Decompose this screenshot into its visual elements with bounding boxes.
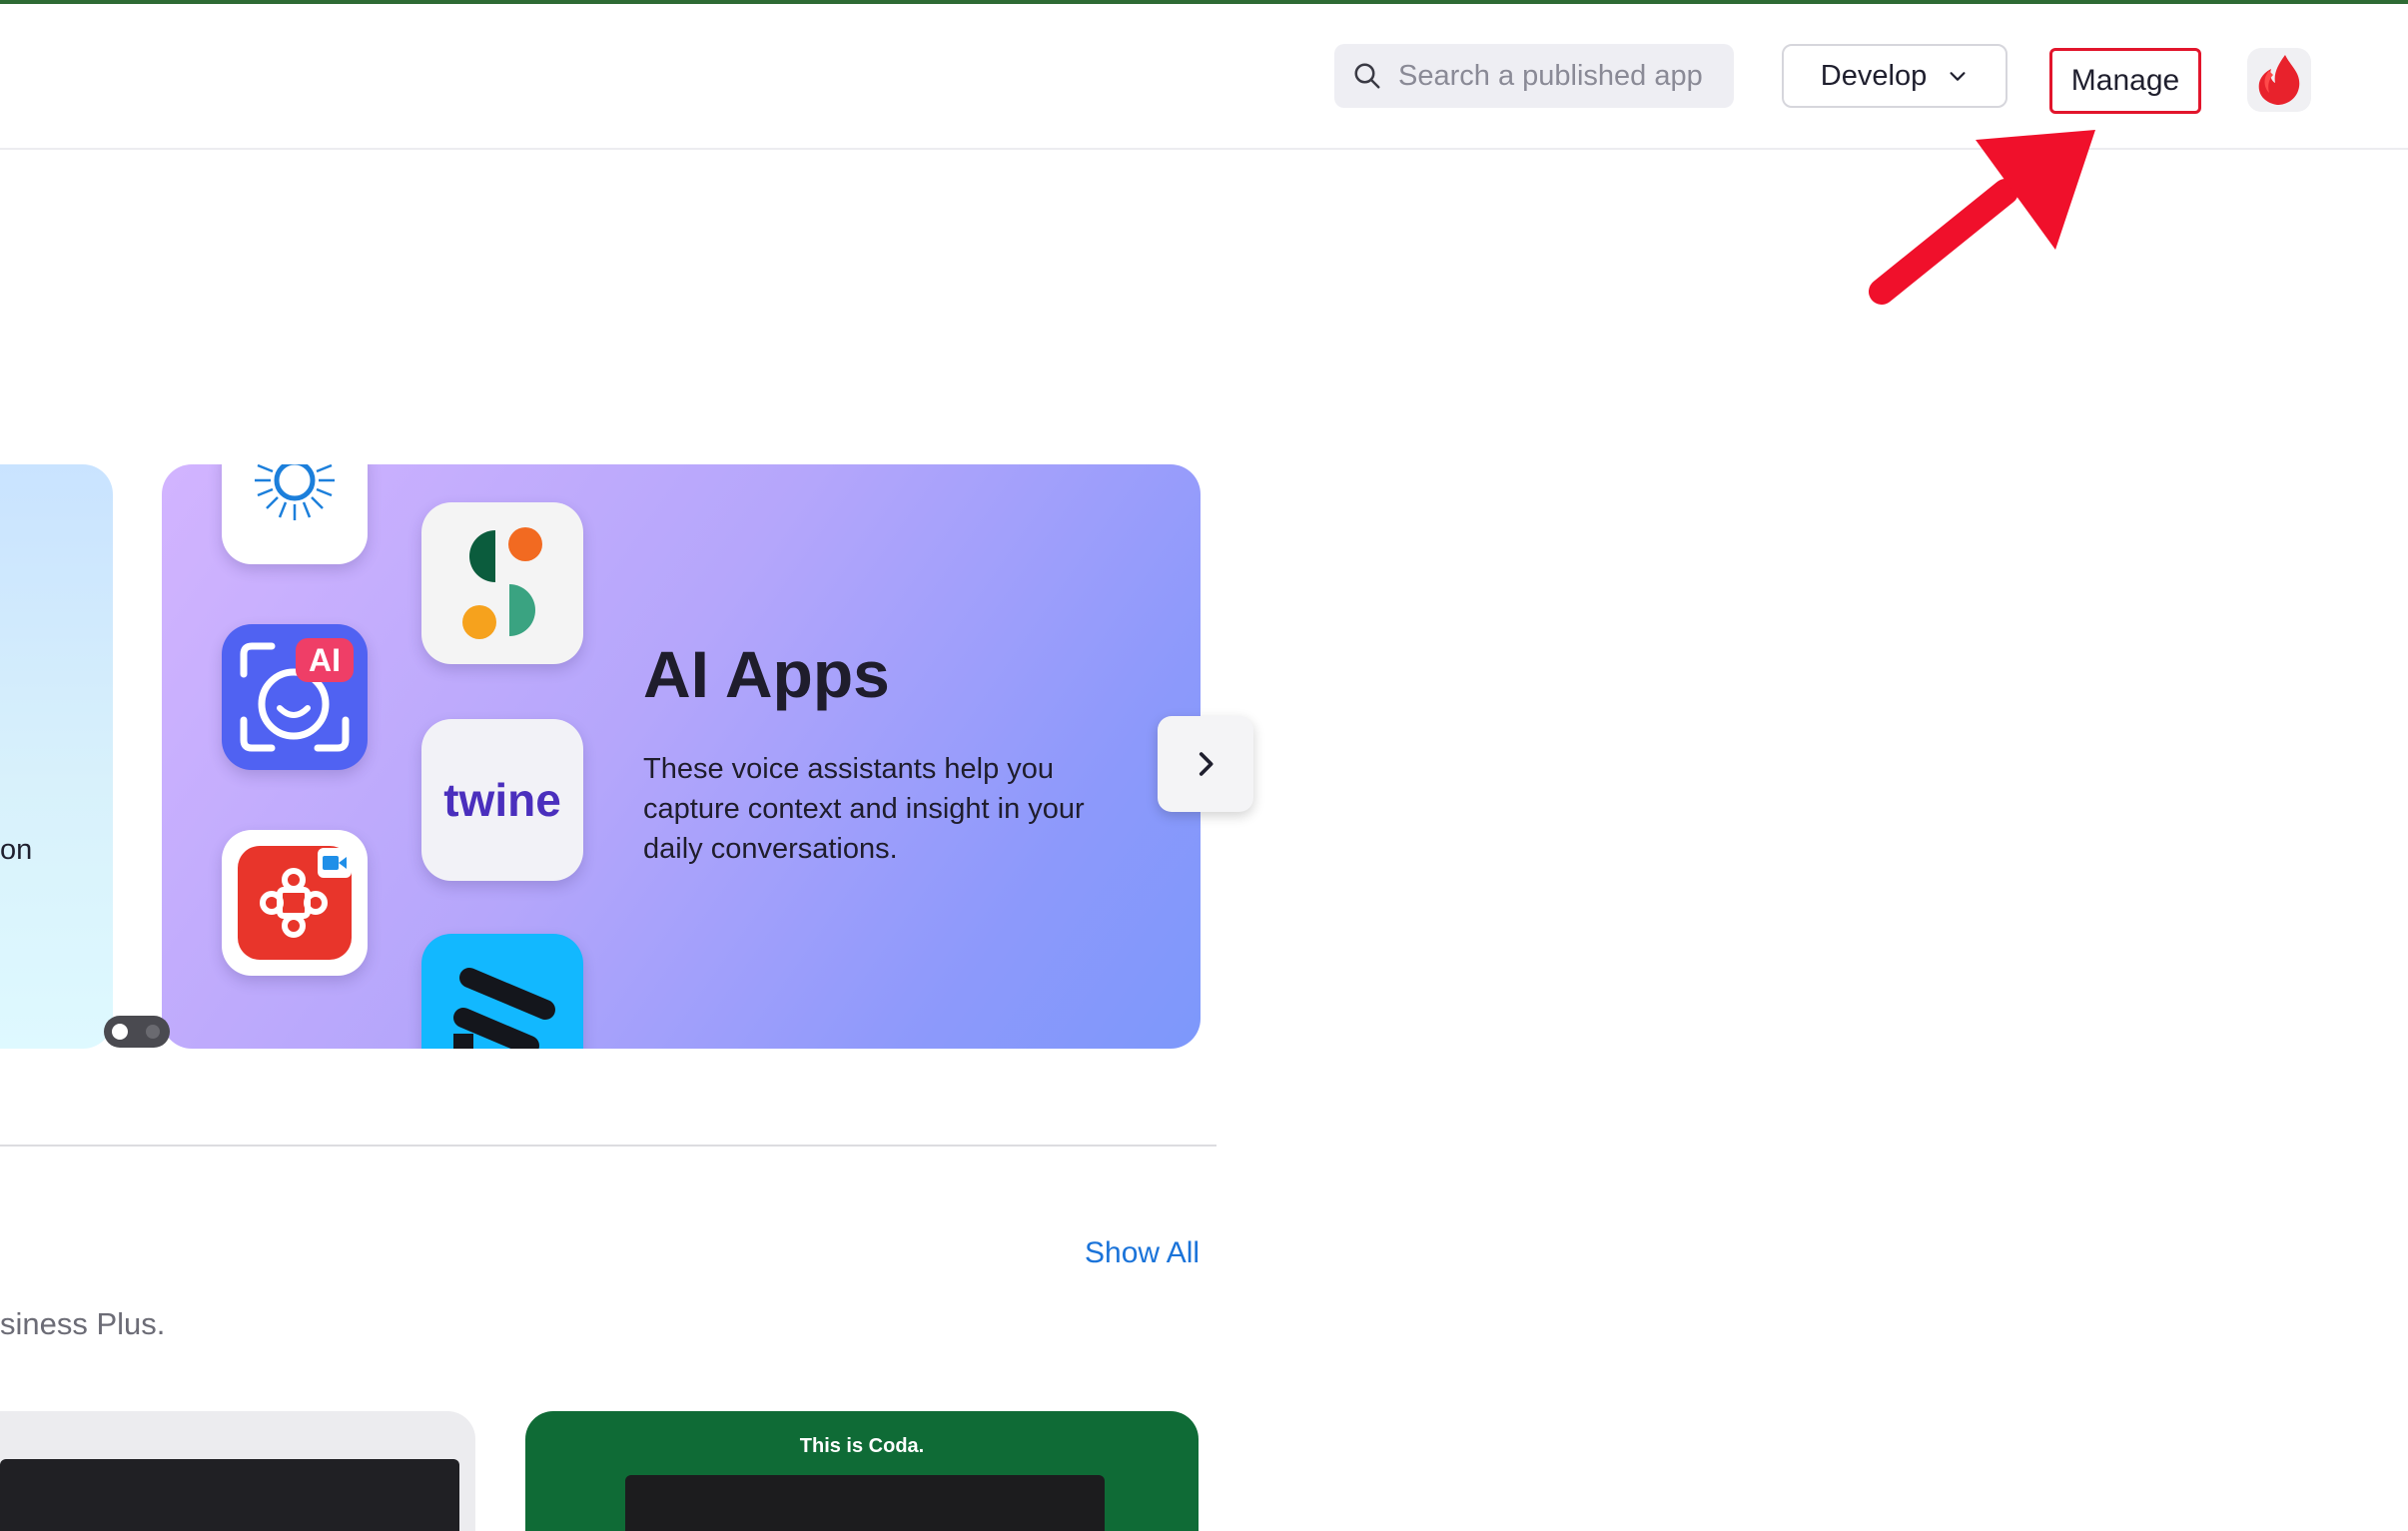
develop-label: Develop xyxy=(1820,59,1928,92)
ai-badge-text: AI xyxy=(309,642,341,678)
flame-avatar-icon xyxy=(2258,55,2300,105)
user-avatar[interactable] xyxy=(2247,48,2311,112)
thumbnail-screenshot xyxy=(625,1475,1105,1531)
chevron-down-icon xyxy=(1950,72,1966,81)
stripes-app-icon xyxy=(421,934,583,1049)
s-dots-app-icon xyxy=(421,502,583,664)
carousel-next-button[interactable] xyxy=(1158,716,1253,812)
carousel-pagination-toggle[interactable] xyxy=(104,1016,170,1048)
pagination-dot-active xyxy=(112,1024,128,1040)
carousel-card-ai-apps[interactable]: AI twine AI Apps These voice assistants … xyxy=(162,464,1201,1049)
app-thumbnail-2[interactable]: This is Coda. xyxy=(525,1411,1199,1531)
manage-label: Manage xyxy=(2070,64,2180,97)
search-input[interactable] xyxy=(1396,58,1720,94)
section-subtitle: siness Plus. xyxy=(0,1306,166,1341)
twine-app-icon: twine xyxy=(421,719,583,881)
thumbnail-screenshot xyxy=(0,1459,459,1531)
develop-dropdown[interactable]: Develop xyxy=(1782,44,2007,108)
twine-logo-text: twine xyxy=(443,774,561,826)
thumbnail-caption: This is Coda. xyxy=(799,1435,925,1457)
manage-button[interactable]: Manage xyxy=(2049,48,2201,114)
pagination-dot xyxy=(146,1025,160,1039)
card-title: AI Apps xyxy=(643,637,890,711)
section-divider xyxy=(0,1145,1216,1147)
previous-card-text: on xyxy=(0,834,33,866)
search-box[interactable] xyxy=(1334,44,1734,108)
app-thumbnail-1[interactable] xyxy=(0,1411,475,1531)
video-collab-app-icon xyxy=(222,830,368,976)
show-all-link[interactable]: Show All xyxy=(1085,1236,1200,1270)
annotation-arrow xyxy=(1869,130,2095,305)
chevron-right-icon xyxy=(1199,752,1213,776)
ai-camera-app-icon: AI xyxy=(222,624,368,770)
carousel-card-previous[interactable]: on xyxy=(0,464,113,1049)
search-icon xyxy=(1354,63,1380,89)
sunburst-app-icon xyxy=(222,464,368,564)
card-description: These voice assistants help you capture … xyxy=(643,753,1085,865)
